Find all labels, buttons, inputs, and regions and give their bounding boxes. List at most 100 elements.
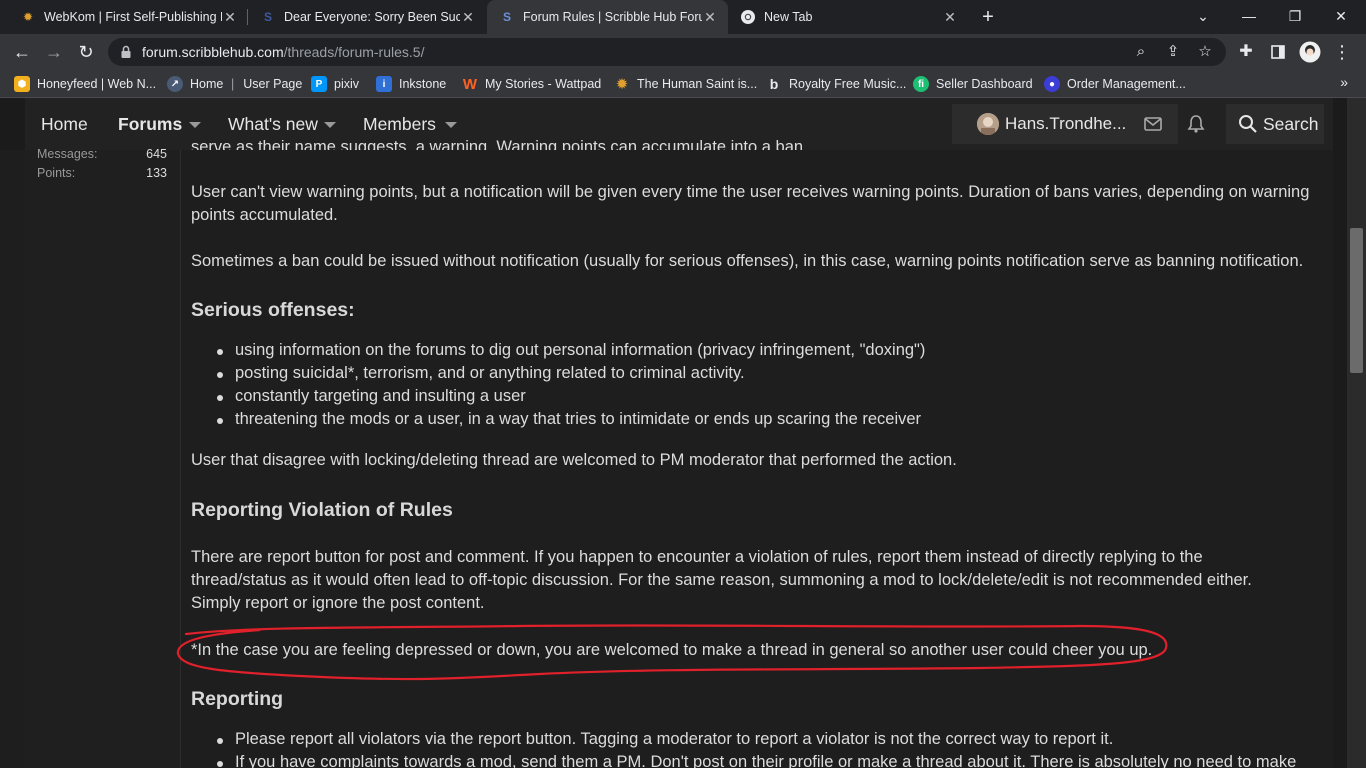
bookmark-user-page[interactable]: | User Page — [231, 75, 302, 93]
bookmark-star-icon[interactable]: ☆ — [1195, 42, 1215, 62]
close-window-icon[interactable]: ✕ — [1318, 0, 1364, 34]
bullet — [217, 395, 223, 401]
post-paragraph: User can't view warning points, but a no… — [191, 183, 1310, 224]
bookmark-pixiv[interactable]: P pixiv — [311, 75, 359, 93]
bookmark-label: User Page — [243, 77, 303, 91]
post-paragraph: User that disagree with locking/deleting… — [191, 451, 957, 469]
username[interactable]: Hans.Trondhe... — [1005, 114, 1126, 134]
partial-text: serve as their name suggests, a warning.… — [191, 138, 808, 150]
post-paragraph: serve as their name suggests, a warning.… — [191, 138, 1321, 150]
tab-title: New Tab — [764, 10, 813, 24]
search-icon[interactable] — [1238, 114, 1258, 134]
side-panel-icon[interactable] — [1265, 39, 1291, 65]
stat-label: Points: — [37, 166, 76, 180]
bookmark-home[interactable]: ↗ Home — [167, 75, 223, 93]
home-icon: ↗ — [167, 76, 183, 92]
minimize-icon[interactable]: — — [1226, 0, 1272, 34]
separator-icon: | — [231, 77, 235, 91]
stat-value: 133 — [146, 166, 167, 180]
bookmark-label: The Human Saint is... — [637, 77, 758, 91]
stat-label: Messages: — [37, 147, 98, 161]
page-margin — [1333, 98, 1347, 768]
list-item: Please report all violators via the repo… — [235, 730, 1114, 748]
browser-tab-new-tab[interactable]: New Tab ✕ — [728, 0, 968, 34]
honeyfeed-icon: ⬢ — [14, 76, 30, 92]
close-icon[interactable]: ✕ — [460, 9, 476, 26]
scrollbar-thumb[interactable] — [1350, 228, 1363, 373]
browser-tab-strip: ✹ WebKom | First Self-Publishing Pl ✕ S … — [0, 0, 1366, 34]
members-caret-icon[interactable] — [445, 122, 457, 128]
bookmark-label: Home — [190, 77, 224, 91]
list-item: posting suicidal*, terrorism, and or any… — [235, 364, 745, 382]
tab-title: Forum Rules | Scribble Hub Forum — [523, 10, 702, 24]
section-heading: Serious offenses: — [191, 299, 355, 321]
bell-icon[interactable] — [1186, 114, 1206, 134]
url-text[interactable]: forum.scribblehub.com/threads/forum-rule… — [142, 44, 424, 60]
inkstone-icon: i — [376, 76, 392, 92]
list-item: threatening the mods or a user, in a way… — [235, 410, 922, 428]
order-icon: ● — [1044, 76, 1060, 92]
scribblehub-icon: S — [502, 10, 511, 24]
bookmark-royalty-free-music[interactable]: b Royalty Free Music... — [766, 75, 907, 93]
forums-caret-icon[interactable] — [189, 122, 201, 128]
browser-tab-webkom[interactable]: ✹ WebKom | First Self-Publishing Pl ✕ — [8, 0, 248, 34]
bookmark-order-management[interactable]: ● Order Management... — [1044, 75, 1186, 93]
list-item: If you have complaints towards a mod, se… — [235, 753, 1297, 768]
bullet — [217, 418, 223, 424]
back-icon[interactable]: ← — [9, 39, 35, 65]
wattpad-icon: W — [462, 75, 478, 93]
share-icon[interactable]: ⇪ — [1163, 42, 1183, 62]
bookmark-label: Seller Dashboard — [936, 77, 1033, 91]
zoom-icon[interactable]: ⌕ — [1131, 42, 1151, 62]
bookmark-label: Honeyfeed | Web N... — [37, 77, 157, 91]
bookmark-label: My Stories - Wattpad — [485, 77, 602, 91]
more-bookmarks-icon[interactable]: » — [1340, 74, 1348, 90]
restore-icon[interactable]: ❐ — [1272, 0, 1318, 34]
page-scrollbar[interactable] — [1347, 98, 1366, 768]
tab-title: Dear Everyone: Sorry Been Such A — [284, 10, 460, 24]
new-tab-button[interactable]: + — [975, 4, 1001, 30]
tab-title: WebKom | First Self-Publishing Pl — [44, 10, 222, 24]
bookmark-seller-dashboard[interactable]: fi Seller Dashboard — [913, 75, 1033, 93]
lock-icon[interactable] — [118, 44, 134, 60]
forward-icon[interactable]: → — [41, 39, 67, 65]
extensions-icon[interactable]: ✚ — [1233, 39, 1259, 65]
bookmark-inkstone[interactable]: i Inkstone — [376, 75, 446, 93]
nav-home[interactable]: Home — [41, 98, 88, 150]
close-icon[interactable]: ✕ — [222, 9, 238, 26]
search-label[interactable]: Search — [1263, 114, 1318, 135]
reload-icon[interactable]: ↻ — [73, 39, 99, 65]
post-paragraph: Sometimes a ban could be issued without … — [191, 252, 1304, 270]
scribblehub-icon: S — [263, 10, 272, 24]
bullet — [217, 349, 223, 355]
post-paragraph: There are report button for post and com… — [191, 548, 1252, 612]
menu-kebab-icon[interactable]: ⋮ — [1329, 39, 1355, 65]
chrome-icon — [740, 9, 756, 25]
bookmark-wattpad[interactable]: W My Stories - Wattpad — [462, 75, 601, 93]
bookmark-label: pixiv — [334, 77, 360, 91]
browser-tab-dear-everyone[interactable]: S Dear Everyone: Sorry Been Such A ✕ — [248, 0, 486, 34]
address-bar[interactable]: forum.scribblehub.com/threads/forum-rule… — [108, 38, 1226, 66]
bookmark-label: Royalty Free Music... — [789, 77, 907, 91]
avatar[interactable] — [977, 113, 999, 135]
fiverr-icon: fi — [913, 76, 929, 92]
webkom-icon: ✹ — [22, 10, 34, 24]
whats-new-caret-icon[interactable] — [324, 122, 336, 128]
nav-forums[interactable]: Forums — [118, 98, 182, 150]
close-icon[interactable]: ✕ — [942, 9, 958, 26]
list-item: using information on the forums to dig o… — [235, 341, 926, 359]
profile-avatar-icon[interactable] — [1297, 39, 1323, 65]
close-icon[interactable]: ✕ — [702, 9, 718, 26]
tab-search-chevron-icon[interactable]: ⌄ — [1180, 0, 1226, 34]
bookmark-honeyfeed[interactable]: ⬢ Honeyfeed | Web N... — [14, 75, 156, 93]
bensound-icon: b — [769, 76, 779, 92]
bookmark-label: Order Management... — [1067, 77, 1186, 91]
post-paragraph-highlighted: *In the case you are feeling depressed o… — [191, 641, 1153, 659]
user-sidebar — [25, 150, 181, 768]
bullet — [217, 372, 223, 378]
bullet — [217, 761, 223, 767]
inbox-icon[interactable] — [1143, 114, 1163, 134]
list-item: constantly targeting and insulting a use… — [235, 387, 526, 405]
browser-tab-forum-rules[interactable]: S Forum Rules | Scribble Hub Forum ✕ — [487, 0, 728, 34]
bookmark-human-saint[interactable]: ✹ The Human Saint is... — [614, 75, 758, 93]
